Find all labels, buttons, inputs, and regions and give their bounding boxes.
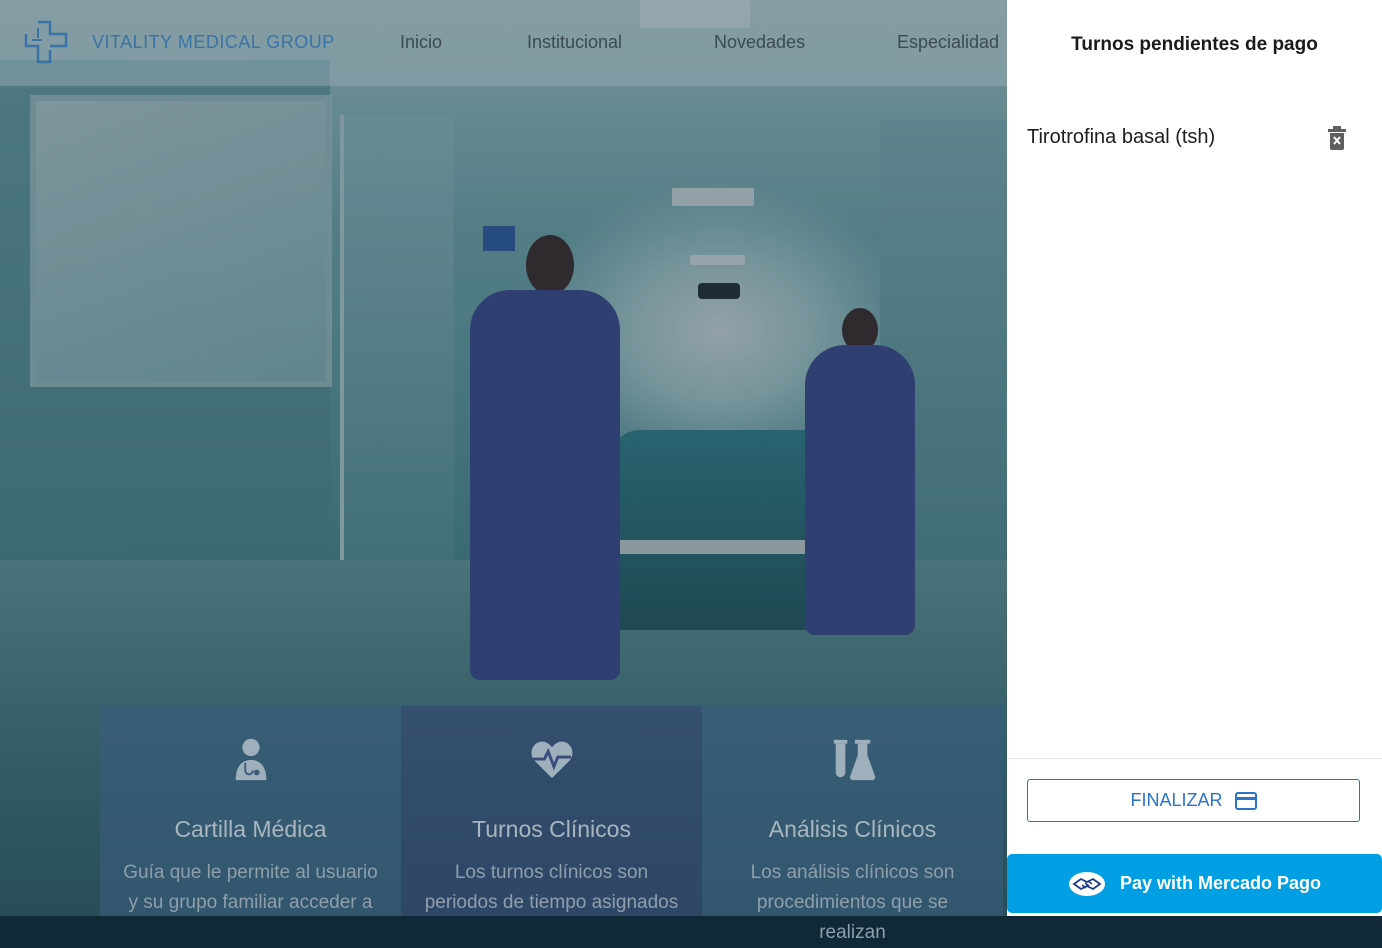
card-title: Cartilla Médica bbox=[174, 816, 327, 842]
card-title: Análisis Clínicos bbox=[768, 816, 937, 842]
nav-novedades[interactable]: Novedades bbox=[714, 32, 805, 53]
nav-especialidad[interactable]: Especialidad bbox=[897, 32, 999, 53]
finalizar-label: FINALIZAR bbox=[1130, 790, 1223, 810]
brand-name[interactable]: VITALITY MEDICAL GROUP bbox=[92, 32, 335, 53]
drawer-divider bbox=[1007, 758, 1382, 759]
card-desc-line: periodos de tiempo asignados bbox=[424, 892, 679, 913]
card-description: Guía que le permite al usuario y su grup… bbox=[120, 858, 381, 918]
card-desc-line: Los análisis clínicos son bbox=[750, 862, 955, 883]
mercado-pago-label: Pay with Mercado Pago bbox=[1119, 873, 1322, 893]
nav-institucional[interactable]: Institucional bbox=[527, 32, 622, 53]
drawer-title: Turnos pendientes de pago bbox=[1071, 34, 1318, 55]
card-description: Los turnos clínicos son periodos de tiem… bbox=[421, 858, 682, 918]
card-title: Turnos Clínicos bbox=[472, 816, 631, 842]
card-cartilla-medica[interactable]: Cartilla Médica Guía que le permite al u… bbox=[100, 706, 401, 916]
credit-card-icon bbox=[1234, 791, 1257, 810]
card-desc-line: procedimientos que se realizan bbox=[756, 892, 949, 943]
pending-payments-drawer: Turnos pendientes de pago Tirotrofina ba… bbox=[1007, 0, 1382, 916]
site-header: VITALITY MEDICAL GROUP Inicio Institucio… bbox=[0, 0, 1007, 86]
card-analisis-clinicos[interactable]: Análisis Clínicos Los análisis clínicos … bbox=[702, 706, 1003, 943]
doctor-icon bbox=[235, 738, 266, 781]
pending-item-label: Tirotrofina basal (tsh) bbox=[1027, 126, 1216, 148]
delete-trash-icon[interactable] bbox=[1326, 125, 1348, 151]
flask-icon bbox=[833, 739, 875, 781]
heartbeat-icon bbox=[531, 741, 572, 779]
card-turnos-clinicos[interactable]: Turnos Clínicos Los turnos clínicos son … bbox=[401, 706, 702, 916]
finalizar-button[interactable]: FINALIZAR bbox=[1027, 779, 1360, 822]
card-desc-line: Los turnos clínicos son bbox=[454, 862, 649, 883]
pay-with-mercado-pago-button[interactable]: Pay with Mercado Pago bbox=[1007, 854, 1382, 913]
nav-inicio[interactable]: Inicio bbox=[400, 32, 442, 53]
card-description: Los análisis clínicos son procedimientos… bbox=[722, 858, 983, 948]
mercado-pago-handshake-icon bbox=[1068, 871, 1105, 896]
card-desc-line: Guía que le permite al usuario bbox=[123, 862, 378, 883]
card-desc-line: y su grupo familiar acceder a bbox=[128, 892, 373, 913]
logo-icon[interactable] bbox=[22, 18, 70, 66]
